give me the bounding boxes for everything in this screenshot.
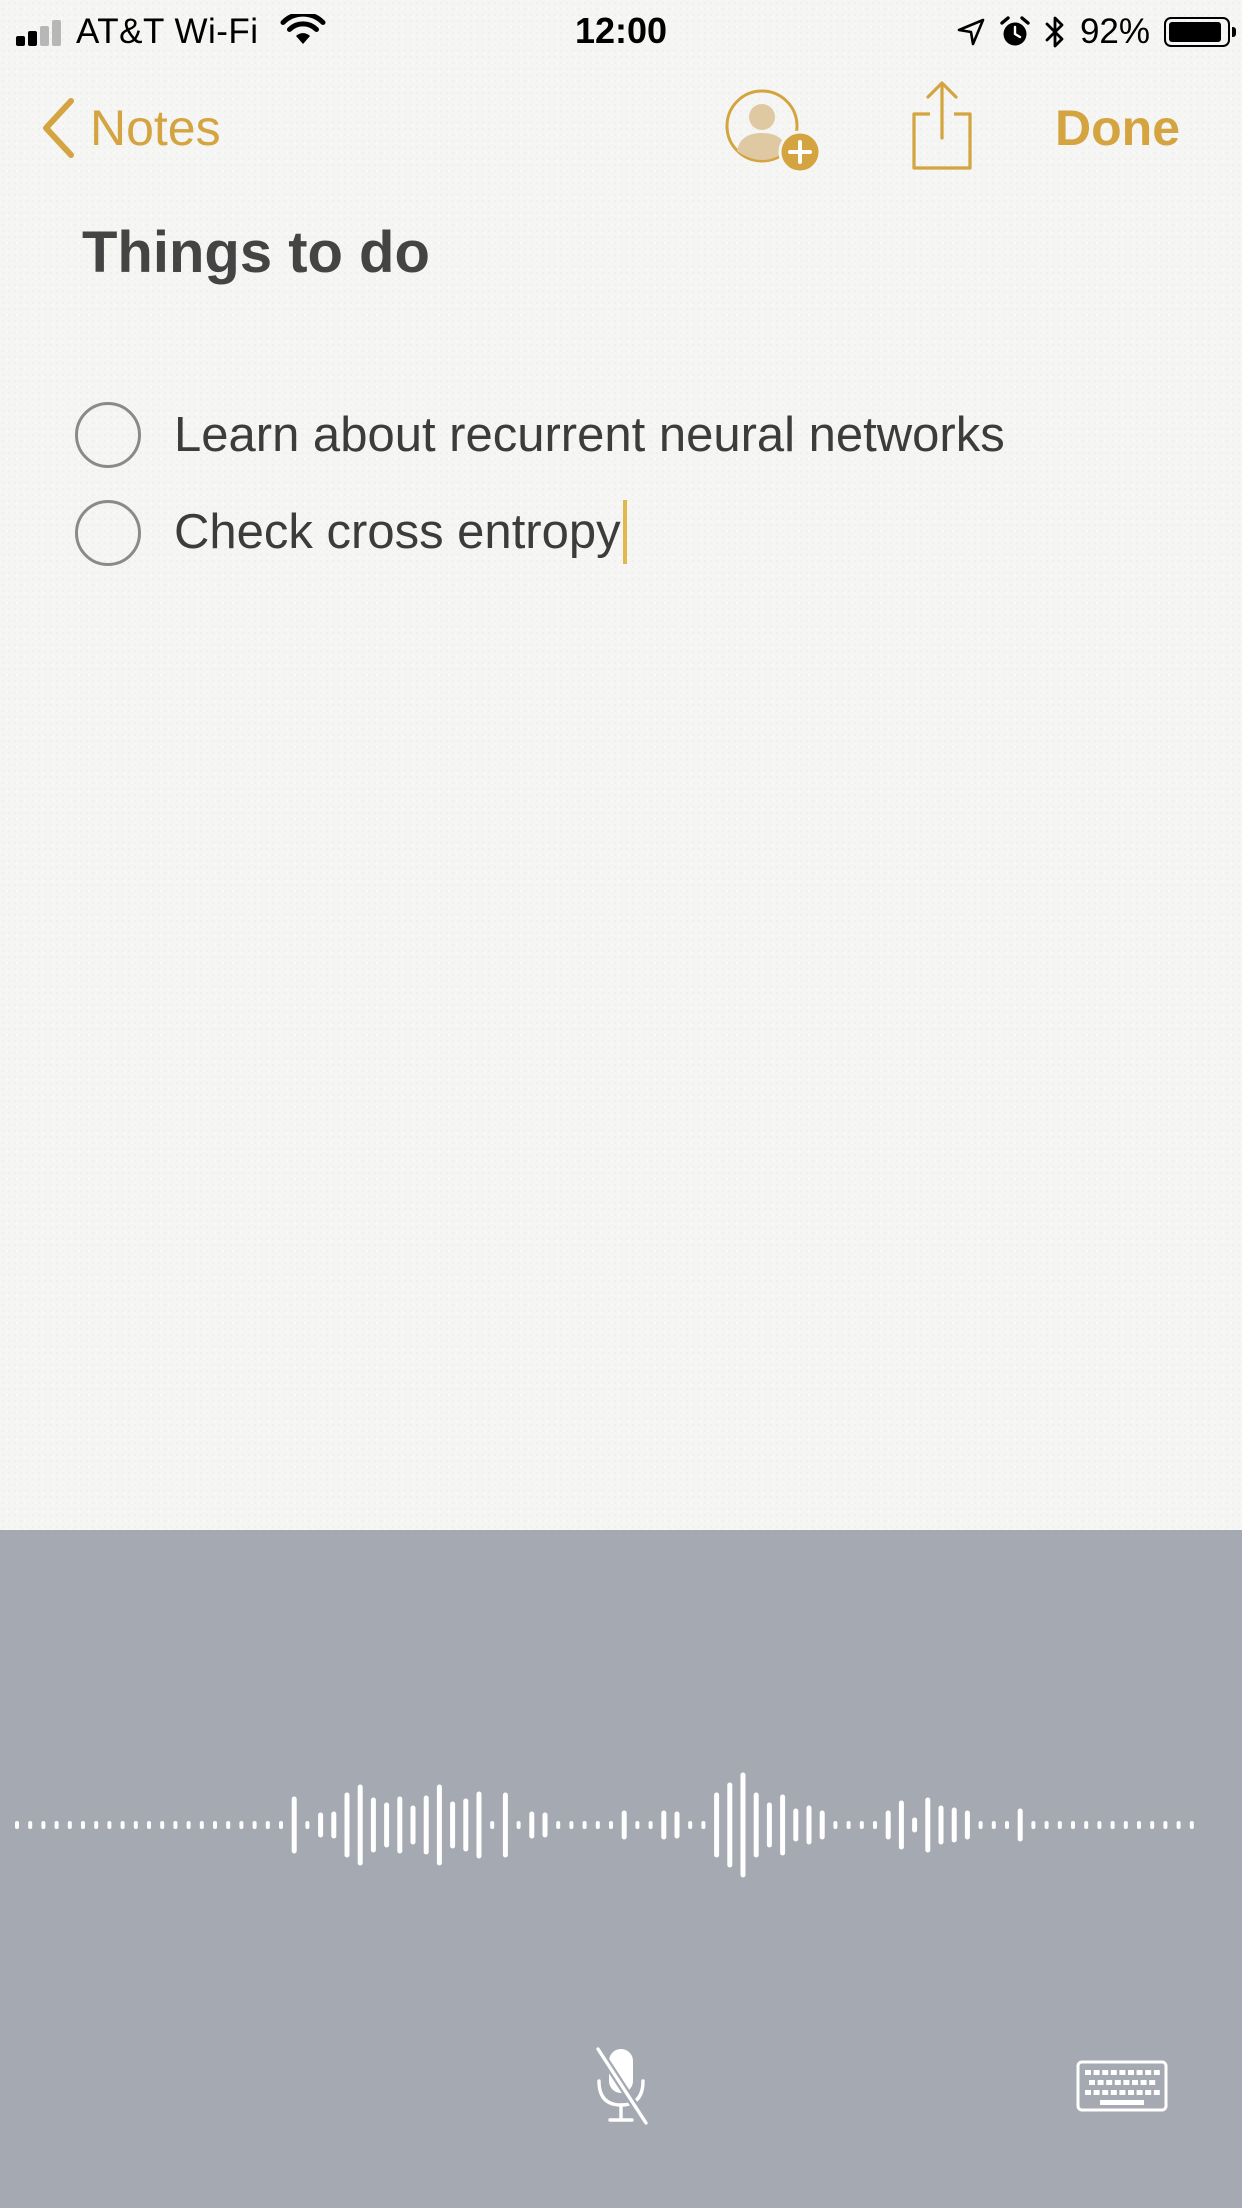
keyboard-key-glyph (1102, 2070, 1109, 2075)
battery-percentage: 92% (1079, 12, 1150, 51)
keyboard-key-glyph (1119, 2090, 1126, 2095)
keyboard-key-glyph (1145, 2070, 1152, 2075)
keyboard-key-glyph (1145, 2090, 1152, 2095)
add-people-icon (725, 89, 822, 174)
keyboard-key-glyph (1114, 2080, 1121, 2085)
bluetooth-icon (1045, 16, 1064, 48)
done-button[interactable]: Done (1055, 98, 1180, 158)
checklist-item: Check cross entropy (72, 484, 1192, 582)
checklist-item-text-value: Check cross entropy (174, 505, 621, 560)
keyboard-key-glyph (1140, 2080, 1147, 2085)
microphone-muted-icon (594, 2045, 650, 2127)
alarm-clock-icon (1000, 16, 1030, 46)
keyboard-key-glyph (1110, 2070, 1117, 2075)
checklist-item: Learn about recurrent neural networks (72, 386, 1192, 484)
keyboard-key-glyph (1093, 2070, 1100, 2075)
keyboard-key-glyph (1110, 2090, 1117, 2095)
keyboard-key-glyph (1128, 2090, 1134, 2095)
keyboard-key-glyph (1093, 2090, 1100, 2095)
share-button[interactable] (908, 78, 976, 174)
chevron-left-icon (43, 98, 74, 158)
status-bar: AT&T Wi-Fi 12:00 92% (0, 0, 1242, 62)
checklist-checkbox[interactable] (75, 500, 141, 566)
checklist-item-text-editing[interactable]: Check cross entropy (174, 499, 627, 564)
back-button-label: Notes (90, 100, 221, 156)
keyboard-key-glyph (1089, 2080, 1095, 2085)
waveform-icon (15, 1772, 1194, 1878)
keyboard-key-glyph (1085, 2090, 1091, 2095)
keyboard-key-glyph (1149, 2080, 1156, 2085)
keyboard-key-glyph (1153, 2090, 1160, 2095)
share-icon (912, 81, 972, 170)
keyboard-key-glyph (1136, 2070, 1143, 2075)
keyboard-key-glyph (1102, 2090, 1109, 2095)
keyboard-key-glyph (1153, 2070, 1160, 2075)
navigation-bar: Notes Done (0, 72, 1242, 182)
keyboard-key-glyph (1128, 2070, 1134, 2075)
add-people-button[interactable] (722, 86, 826, 178)
back-to-notes-button[interactable]: Notes (40, 92, 221, 164)
location-arrow-icon (957, 18, 985, 46)
keyboard-space-glyph (1100, 2100, 1144, 2105)
keyboard-icon (1076, 2060, 1168, 2112)
battery-icon (1164, 17, 1236, 47)
text-cursor (622, 499, 627, 564)
keyboard-key-glyph (1097, 2080, 1104, 2085)
keyboard-key-glyph (1136, 2090, 1143, 2095)
checklist-item-text[interactable]: Learn about recurrent neural networks (174, 405, 1005, 465)
keyboard-key-glyph (1085, 2070, 1091, 2075)
dictation-panel (0, 1530, 1242, 2208)
keyboard-key-glyph (1119, 2070, 1126, 2075)
stop-dictation-button[interactable] (590, 2045, 652, 2127)
checklist: Learn about recurrent neural networks Ch… (72, 386, 1192, 582)
note-title[interactable]: Things to do (82, 218, 430, 288)
keyboard-key-glyph (1132, 2080, 1138, 2085)
keyboard-button[interactable] (1076, 2060, 1168, 2112)
keyboard-key-glyph (1106, 2080, 1113, 2085)
keyboard-key-glyph (1123, 2080, 1130, 2085)
status-right-group: 92% (956, 10, 1236, 54)
checklist-checkbox[interactable] (75, 402, 141, 468)
